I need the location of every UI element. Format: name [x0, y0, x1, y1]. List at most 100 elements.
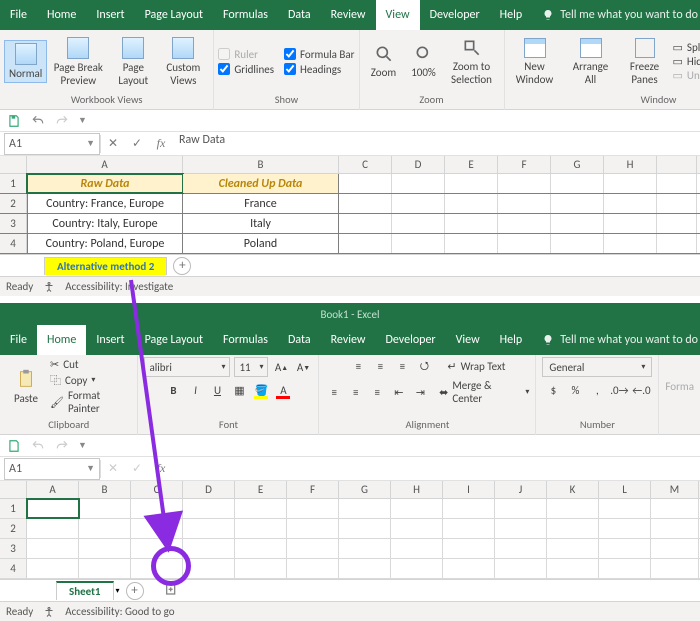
select-all-corner[interactable] [0, 156, 27, 173]
cell[interactable] [339, 499, 391, 518]
freeze-panes-button[interactable]: Freeze Panes [621, 36, 669, 88]
cell-B3[interactable]: Italy [183, 214, 339, 233]
undo-icon[interactable] [30, 438, 46, 454]
new-sheet-button[interactable]: + [173, 257, 191, 275]
page-layout-button[interactable]: Page Layout [109, 35, 157, 89]
cell[interactable] [391, 559, 443, 578]
decrease-indent-icon[interactable]: ⇤ [390, 383, 408, 401]
cell[interactable] [651, 519, 699, 538]
cell[interactable] [27, 519, 79, 538]
enter-formula-button[interactable]: ✓ [125, 458, 149, 480]
col-header-M[interactable]: M [651, 481, 699, 498]
cell[interactable] [79, 499, 131, 518]
cell[interactable] [392, 174, 445, 193]
cell-B2[interactable]: France [183, 194, 339, 213]
col-header-B[interactable]: B [183, 156, 339, 173]
name-box[interactable]: A1▼ [4, 133, 100, 155]
col-header-F[interactable]: F [287, 481, 339, 498]
cell[interactable] [183, 519, 235, 538]
cell[interactable] [498, 214, 551, 233]
page-break-preview-button[interactable]: Page Break Preview [47, 35, 109, 89]
fill-color-button[interactable]: 🪣 [252, 381, 270, 399]
align-right-icon[interactable]: ≡ [369, 383, 387, 401]
formula-input[interactable] [173, 458, 700, 480]
cell[interactable] [183, 539, 235, 558]
increase-decimal-button[interactable]: .0→ [610, 381, 628, 399]
col-header-A[interactable]: A [27, 481, 79, 498]
fx-button[interactable]: fx [149, 133, 173, 155]
row-header-4[interactable]: 4 [0, 559, 27, 578]
cell[interactable] [339, 174, 392, 193]
zoom-100-button[interactable]: 100% [404, 42, 444, 81]
headings-checkbox[interactable]: Headings [284, 63, 354, 76]
save-icon[interactable] [6, 438, 22, 454]
tab-review[interactable]: Review [321, 325, 376, 355]
cell[interactable] [495, 519, 547, 538]
fx-button[interactable]: fx [149, 458, 173, 480]
col-header-E[interactable]: E [235, 481, 287, 498]
cancel-formula-button[interactable]: ✕ [101, 133, 125, 155]
tab-insert[interactable]: Insert [86, 325, 134, 355]
cell[interactable] [547, 499, 599, 518]
font-color-button[interactable]: A [274, 381, 292, 399]
tab-insert[interactable]: Insert [86, 0, 134, 30]
redo-icon[interactable] [54, 113, 70, 129]
cell[interactable] [391, 499, 443, 518]
normal-view-button[interactable]: Normal [4, 40, 47, 83]
col-header-G[interactable]: G [551, 156, 604, 173]
tab-developer[interactable]: Developer [376, 325, 446, 355]
cell[interactable] [498, 234, 551, 253]
tab-view[interactable]: View [446, 325, 490, 355]
tab-file[interactable]: File [0, 0, 37, 30]
borders-button[interactable]: ▦ [230, 381, 248, 399]
tab-data[interactable]: Data [278, 325, 321, 355]
cell[interactable] [657, 194, 697, 213]
increase-font-icon[interactable]: A▲ [272, 358, 290, 376]
col-header-E[interactable]: E [445, 156, 498, 173]
cell[interactable] [339, 519, 391, 538]
wrap-text-button[interactable]: ↵Wrap Text [447, 360, 505, 373]
tab-view[interactable]: View [376, 0, 420, 30]
name-box[interactable]: A1▼ [4, 458, 100, 480]
paste-button[interactable]: Paste [6, 366, 46, 407]
cell[interactable] [547, 539, 599, 558]
italic-button[interactable]: I [186, 381, 204, 399]
col-header-H[interactable]: H [604, 156, 657, 173]
row-header-2[interactable]: 2 [0, 194, 27, 213]
bold-button[interactable]: B [164, 381, 182, 399]
col-header-C[interactable]: C [131, 481, 183, 498]
percent-format-button[interactable]: % [566, 381, 584, 399]
col-header-F[interactable]: F [498, 156, 551, 173]
cell[interactable] [445, 174, 498, 193]
col-header-I[interactable] [657, 156, 697, 173]
font-name-select[interactable]: alibri▾ [144, 357, 230, 377]
tab-file[interactable]: File [0, 325, 37, 355]
cell[interactable] [392, 214, 445, 233]
cell[interactable] [339, 559, 391, 578]
arrange-all-button[interactable]: Arrange All [565, 36, 617, 88]
cell[interactable] [604, 214, 657, 233]
cell[interactable] [657, 174, 697, 193]
split-button[interactable]: ▭Split [673, 41, 700, 54]
cell[interactable] [392, 194, 445, 213]
cell[interactable] [604, 194, 657, 213]
align-top-icon[interactable]: ≡ [349, 357, 367, 375]
cell-B4[interactable]: Poland [183, 234, 339, 253]
align-middle-icon[interactable]: ≡ [371, 357, 389, 375]
new-window-button[interactable]: New Window [509, 36, 561, 88]
cell[interactable] [27, 559, 79, 578]
cell[interactable] [339, 234, 392, 253]
cell[interactable] [498, 194, 551, 213]
cell[interactable] [445, 194, 498, 213]
col-header-L[interactable]: L [599, 481, 651, 498]
save-icon[interactable] [6, 113, 22, 129]
tell-me-search[interactable]: Tell me what you want to do [542, 333, 698, 347]
merge-center-button[interactable]: ⬌Merge & Center▾ [439, 379, 529, 405]
cell-A4[interactable]: Country: Poland, Europe [27, 234, 183, 253]
col-header-B[interactable]: B [79, 481, 131, 498]
cell[interactable] [599, 539, 651, 558]
row-header-2[interactable]: 2 [0, 519, 27, 538]
align-center-icon[interactable]: ≡ [347, 383, 365, 401]
tab-page-layout[interactable]: Page Layout [135, 325, 213, 355]
cell[interactable] [392, 234, 445, 253]
